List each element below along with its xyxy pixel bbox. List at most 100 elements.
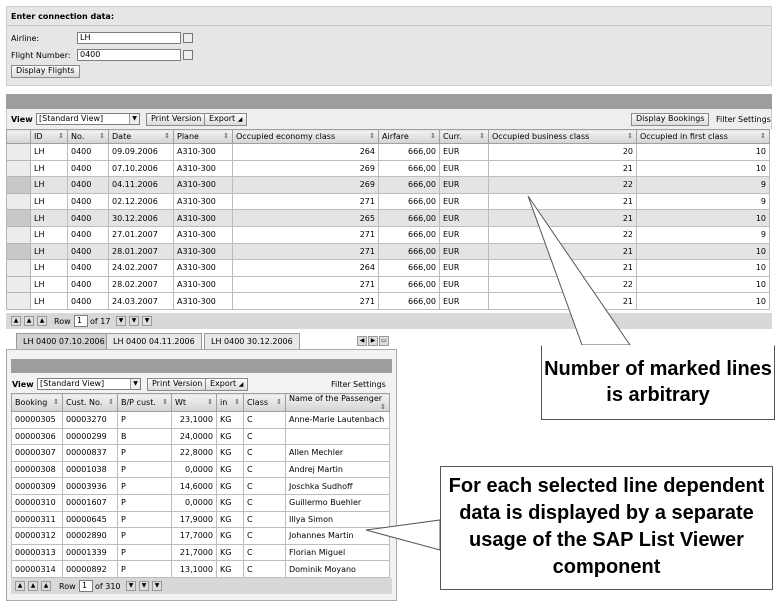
tab-scroll-left-icon[interactable]: ◀: [357, 336, 367, 346]
table-row[interactable]: 00000307 00000837 P 22,8000 KG C Allen Mechler: [11, 444, 390, 462]
flights-column-header[interactable]: Airfare ⇕: [378, 129, 440, 144]
flights-column-header[interactable]: ID ⇕: [30, 129, 68, 144]
bookings-column-header[interactable]: Wt ⇕: [171, 393, 217, 412]
sort-icon[interactable]: ⇕: [430, 132, 436, 140]
row-down-icon[interactable]: ▼: [126, 581, 136, 591]
flights-column-header[interactable]: Date ⇕: [108, 129, 174, 144]
sort-icon[interactable]: ⇕: [369, 132, 375, 140]
sort-icon[interactable]: ⇕: [276, 398, 282, 406]
view-select[interactable]: [Standard View] ▼: [36, 113, 140, 125]
table-row[interactable]: LH 0400 04.11.2006 A310-300 269 666,00 EUR 22 9: [6, 176, 770, 194]
display-flights-button[interactable]: Display Flights: [11, 65, 80, 78]
flight-number-input[interactable]: 0400: [77, 49, 181, 61]
row-selector-header[interactable]: [6, 129, 31, 144]
table-row[interactable]: LH 0400 24.02.2007 A310-300 264 666,00 EUR 21 10: [6, 259, 770, 277]
row-selector[interactable]: [6, 192, 31, 211]
flights-column-header[interactable]: Plane ⇕: [173, 129, 233, 144]
table-row[interactable]: 00000313 00001339 P 21,7000 KG C Florian Migue…: [11, 543, 390, 562]
bookings-filter-link[interactable]: Filter: [331, 380, 351, 389]
sort-icon[interactable]: ⇕: [627, 132, 633, 140]
flights-column-header[interactable]: Occupied economy class ⇕: [232, 129, 379, 144]
last-page-icon[interactable]: ▼: [152, 581, 162, 591]
flights-column-header[interactable]: Curr. ⇕: [439, 129, 489, 144]
bookings-pager-row-input[interactable]: 1: [79, 580, 93, 592]
row-selector[interactable]: [6, 275, 31, 294]
row-selector[interactable]: [6, 159, 31, 178]
table-row[interactable]: 00000305 00003270 P 23,1000 KG C Anne-Marie La…: [11, 411, 390, 429]
page-down-icon[interactable]: ▼: [139, 581, 149, 591]
table-row[interactable]: LH 0400 30.12.2006 A310-300 265 666,00 EUR 21 10: [6, 209, 770, 227]
bookings-column-header[interactable]: Booking ⇕: [11, 393, 63, 412]
row-selector[interactable]: [6, 259, 31, 277]
flights-column-header[interactable]: No. ⇕: [67, 129, 109, 144]
table-row[interactable]: 00000306 00000299 B 24,0000 KG C: [11, 427, 390, 446]
flights-column-header[interactable]: Occupied business class ⇕: [488, 129, 637, 144]
page-down-icon[interactable]: ▼: [129, 316, 139, 326]
bookings-settings-link[interactable]: Settings: [353, 380, 386, 389]
row-down-icon[interactable]: ▼: [116, 316, 126, 326]
bookings-export-button[interactable]: Export ◢: [205, 378, 249, 391]
page-up-icon[interactable]: ▲: [24, 316, 34, 326]
sort-icon[interactable]: ⇕: [760, 132, 766, 140]
tab-lh0400-04112006[interactable]: LH 0400 04.11.2006: [106, 333, 202, 349]
filter-link[interactable]: Filter: [716, 115, 736, 124]
row-selector[interactable]: [6, 176, 31, 194]
bookings-column-header[interactable]: B/P cust. ⇕: [117, 393, 172, 412]
bookings-view-select[interactable]: [Standard View] ▼: [37, 378, 141, 390]
row-selector[interactable]: [6, 143, 31, 161]
row-selector[interactable]: [6, 242, 31, 261]
table-row[interactable]: 00000310 00001607 P 0,0000 KG C Guillermo Bueh…: [11, 493, 390, 512]
first-page-icon[interactable]: ▲: [15, 581, 25, 591]
export-button[interactable]: Export ◢: [204, 113, 248, 126]
page-up-icon[interactable]: ▲: [28, 581, 38, 591]
table-row[interactable]: LH 0400 07.10.2006 A310-300 269 666,00 EUR 21 10: [6, 159, 770, 178]
flights-column-header[interactable]: Occupied in first class ⇕: [636, 129, 770, 144]
table-row[interactable]: LH 0400 27.01.2007 A310-300 271 666,00 EUR 22 9: [6, 225, 770, 244]
pager-row-input[interactable]: 1: [74, 315, 88, 327]
row-selector[interactable]: [6, 225, 31, 244]
bookings-column-header[interactable]: Class ⇕: [243, 393, 286, 412]
sort-icon[interactable]: ⇕: [234, 398, 240, 406]
tab-list-icon[interactable]: ▭: [379, 336, 389, 346]
display-bookings-button[interactable]: Display Bookings: [631, 113, 710, 126]
bookings-column-header[interactable]: in ⇕: [216, 393, 244, 412]
bookings-column-header[interactable]: Name of the Passenger ⇕: [285, 393, 390, 412]
row-up-icon[interactable]: ▲: [37, 316, 47, 326]
table-row[interactable]: LH 0400 28.01.2007 A310-300 271 666,00 EUR 21 10: [6, 242, 770, 261]
sort-icon[interactable]: ⇕: [58, 132, 64, 140]
sort-icon[interactable]: ⇕: [479, 132, 485, 140]
table-row[interactable]: LH 0400 09.09.2006 A310-300 264 666,00 EUR 20 10: [6, 143, 770, 161]
sort-icon[interactable]: ⇕: [53, 398, 59, 406]
bookings-print-version-button[interactable]: Print Version: [147, 378, 208, 391]
table-row[interactable]: 00000311 00000645 P 17,9000 KG C Illya Simon: [11, 510, 390, 529]
airline-input[interactable]: LH: [77, 32, 181, 44]
table-row[interactable]: 00000309 00003936 P 14,6000 KG C Joschka Sudho…: [11, 477, 390, 495]
sort-icon[interactable]: ⇕: [162, 398, 168, 406]
airline-value-help-icon[interactable]: [183, 33, 193, 43]
tab-scroll-right-icon[interactable]: ▶: [368, 336, 378, 346]
sort-icon[interactable]: ⇕: [380, 403, 386, 411]
table-row[interactable]: LH 0400 28.02.2007 A310-300 271 666,00 EUR 22 10: [6, 275, 770, 294]
table-row[interactable]: LH 0400 24.03.2007 A310-300 271 666,00 EUR 21 10: [6, 292, 770, 310]
first-page-icon[interactable]: ▲: [11, 316, 21, 326]
flights-column-label: Occupied economy class: [236, 132, 336, 141]
sort-icon[interactable]: ⇕: [108, 398, 114, 406]
last-page-icon[interactable]: ▼: [142, 316, 152, 326]
sort-icon[interactable]: ⇕: [207, 398, 213, 406]
sort-icon[interactable]: ⇕: [164, 132, 170, 140]
bookings-column-header[interactable]: Cust. No. ⇕: [62, 393, 118, 412]
table-row[interactable]: 00000312 00002890 P 17,7000 KG C Johannes Mart…: [11, 527, 390, 545]
table-row[interactable]: 00000308 00001038 P 0,0000 KG C Andrej Martin: [11, 460, 390, 479]
tab-lh0400-30122006[interactable]: LH 0400 30.12.2006: [204, 333, 300, 349]
table-row[interactable]: LH 0400 02.12.2006 A310-300 271 666,00 EUR 21 9: [6, 192, 770, 211]
row-selector[interactable]: [6, 292, 31, 310]
tab-lh0400-07102006[interactable]: LH 0400 07.10.2006: [16, 333, 112, 349]
flight-number-value-help-icon[interactable]: [183, 50, 193, 60]
print-version-button[interactable]: Print Version: [146, 113, 207, 126]
sort-icon[interactable]: ⇕: [223, 132, 229, 140]
table-row[interactable]: 00000314 00000892 P 13,1000 KG C Dominik Moyan…: [11, 560, 390, 578]
settings-link[interactable]: Settings: [738, 115, 771, 124]
row-up-icon[interactable]: ▲: [41, 581, 51, 591]
sort-icon[interactable]: ⇕: [99, 132, 105, 140]
row-selector[interactable]: [6, 209, 31, 227]
